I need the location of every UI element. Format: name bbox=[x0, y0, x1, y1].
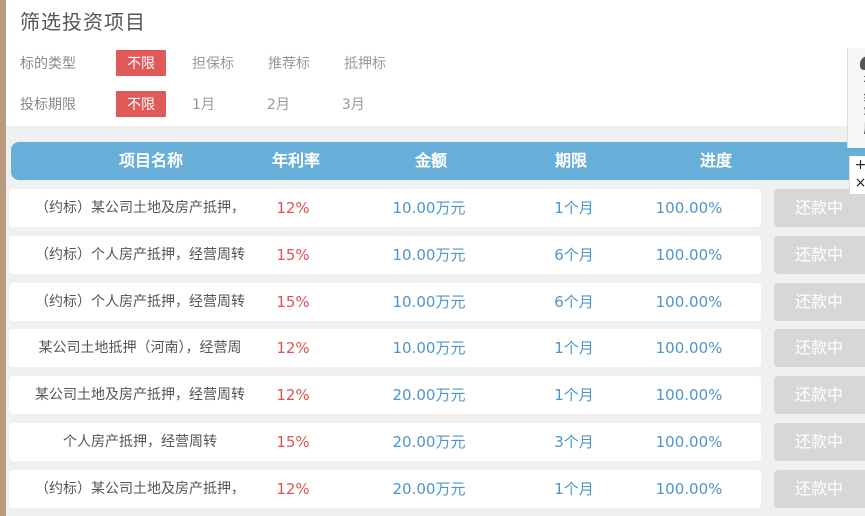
project-name[interactable]: （约标）个人房产抵押，经营周转 bbox=[9, 236, 271, 274]
progress: 100.00% bbox=[655, 339, 723, 357]
repaying-status-button[interactable]: 还款中 bbox=[774, 236, 865, 274]
repaying-status-button[interactable]: 还款中 bbox=[774, 423, 865, 461]
filter-type-guarantee[interactable]: 担保标 bbox=[192, 53, 234, 73]
amount: 10.00万元 bbox=[392, 339, 466, 357]
filter-row-term: 投标期限 不限 1月 2月 3月 bbox=[20, 91, 417, 117]
table-row[interactable]: 某公司土地抵押（河南），经营周 12% 10.00万元 1个月 100.00% bbox=[9, 329, 761, 367]
repaying-status-button[interactable]: 还款中 bbox=[774, 329, 865, 367]
progress: 100.00% bbox=[655, 480, 723, 498]
repaying-status-button[interactable]: 还款中 bbox=[774, 189, 865, 227]
progress: 100.00% bbox=[655, 386, 723, 404]
chat-icon bbox=[860, 56, 865, 70]
table-header: 项目名称 年利率 金额 期限 进度 bbox=[11, 142, 865, 180]
column-header-rate: 年利率 bbox=[271, 151, 320, 170]
filter-term-3m[interactable]: 3月 bbox=[342, 94, 365, 114]
project-name[interactable]: 某公司土地及房产抵押，经营周转 bbox=[9, 376, 271, 414]
annual-rate: 15% bbox=[276, 293, 310, 311]
table-row[interactable]: 某公司土地及房产抵押，经营周转 12% 20.00万元 1个月 100.00% bbox=[9, 376, 761, 414]
term: 1个月 bbox=[554, 339, 594, 357]
filter-type-recommend[interactable]: 推荐标 bbox=[268, 53, 310, 73]
amount: 20.00万元 bbox=[392, 433, 466, 451]
table-row[interactable]: （约标）个人房产抵押，经营周转 15% 10.00万元 6个月 100.00% bbox=[9, 283, 761, 321]
project-name[interactable]: 个人房产抵押，经营周转 bbox=[9, 423, 271, 461]
filter-label-type: 标的类型 bbox=[20, 56, 76, 72]
project-name[interactable]: （约标）某公司土地及房产抵押， bbox=[9, 470, 271, 508]
online-service-widget[interactable]: 在 线 客 服 bbox=[847, 48, 865, 148]
progress: 100.00% bbox=[655, 199, 723, 217]
expand-icon[interactable]: + bbox=[850, 156, 865, 174]
term: 1个月 bbox=[554, 199, 594, 217]
annual-rate: 12% bbox=[276, 480, 310, 498]
annual-rate: 12% bbox=[276, 199, 310, 217]
term: 1个月 bbox=[554, 386, 594, 404]
column-header-amount: 金额 bbox=[414, 151, 447, 170]
project-name[interactable]: 某公司土地抵押（河南），经营周 bbox=[9, 329, 271, 367]
filter-term-any[interactable]: 不限 bbox=[116, 91, 166, 117]
table-row[interactable]: （约标）某公司土地及房产抵押， 12% 10.00万元 1个月 100.00% bbox=[9, 189, 761, 227]
progress: 100.00% bbox=[655, 433, 723, 451]
annual-rate: 12% bbox=[276, 339, 310, 357]
table-row[interactable]: （约标）个人房产抵押，经营周转 15% 10.00万元 6个月 100.00% bbox=[9, 236, 761, 274]
filter-row-type: 标的类型 不限 担保标 推荐标 抵押标 bbox=[20, 50, 420, 76]
table-row[interactable]: （约标）某公司土地及房产抵押， 12% 20.00万元 1个月 100.00% bbox=[9, 470, 761, 508]
annual-rate: 12% bbox=[276, 386, 310, 404]
amount: 10.00万元 bbox=[392, 246, 466, 264]
filter-term-2m[interactable]: 2月 bbox=[267, 94, 290, 114]
repaying-status-button[interactable]: 还款中 bbox=[774, 470, 865, 508]
term: 6个月 bbox=[554, 246, 594, 264]
page-title: 筛选投资项目 bbox=[20, 10, 146, 34]
invest-filter-panel: 筛选投资项目 标的类型 不限 担保标 推荐标 抵押标 投标期限 不限 1月 2月… bbox=[6, 0, 865, 516]
amount: 10.00万元 bbox=[392, 293, 466, 311]
annual-rate: 15% bbox=[276, 433, 310, 451]
project-name[interactable]: （约标）某公司土地及房产抵押， bbox=[9, 189, 271, 227]
filter-term-1m[interactable]: 1月 bbox=[192, 94, 215, 114]
amount: 10.00万元 bbox=[392, 199, 466, 217]
project-name[interactable]: （约标）个人房产抵押，经营周转 bbox=[9, 283, 271, 321]
filter-type-mortgage[interactable]: 抵押标 bbox=[344, 53, 386, 73]
column-header-term: 期限 bbox=[554, 151, 587, 170]
table-row[interactable]: 个人房产抵押，经营周转 15% 20.00万元 3个月 100.00% bbox=[9, 423, 761, 461]
term: 3个月 bbox=[554, 433, 594, 451]
progress: 100.00% bbox=[655, 293, 723, 311]
term: 1个月 bbox=[554, 480, 594, 498]
repaying-status-button[interactable]: 还款中 bbox=[774, 283, 865, 321]
amount: 20.00万元 bbox=[392, 480, 466, 498]
annual-rate: 15% bbox=[276, 246, 310, 264]
filter-label-term: 投标期限 bbox=[20, 97, 76, 113]
amount: 20.00万元 bbox=[392, 386, 466, 404]
progress: 100.00% bbox=[655, 246, 723, 264]
filter-type-any[interactable]: 不限 bbox=[116, 50, 166, 76]
term: 6个月 bbox=[554, 293, 594, 311]
column-header-progress: 进度 bbox=[699, 151, 732, 170]
column-header-name: 项目名称 bbox=[118, 151, 183, 170]
side-controls: + × bbox=[849, 156, 865, 194]
repaying-status-button[interactable]: 还款中 bbox=[774, 376, 865, 414]
close-icon[interactable]: × bbox=[850, 174, 865, 192]
